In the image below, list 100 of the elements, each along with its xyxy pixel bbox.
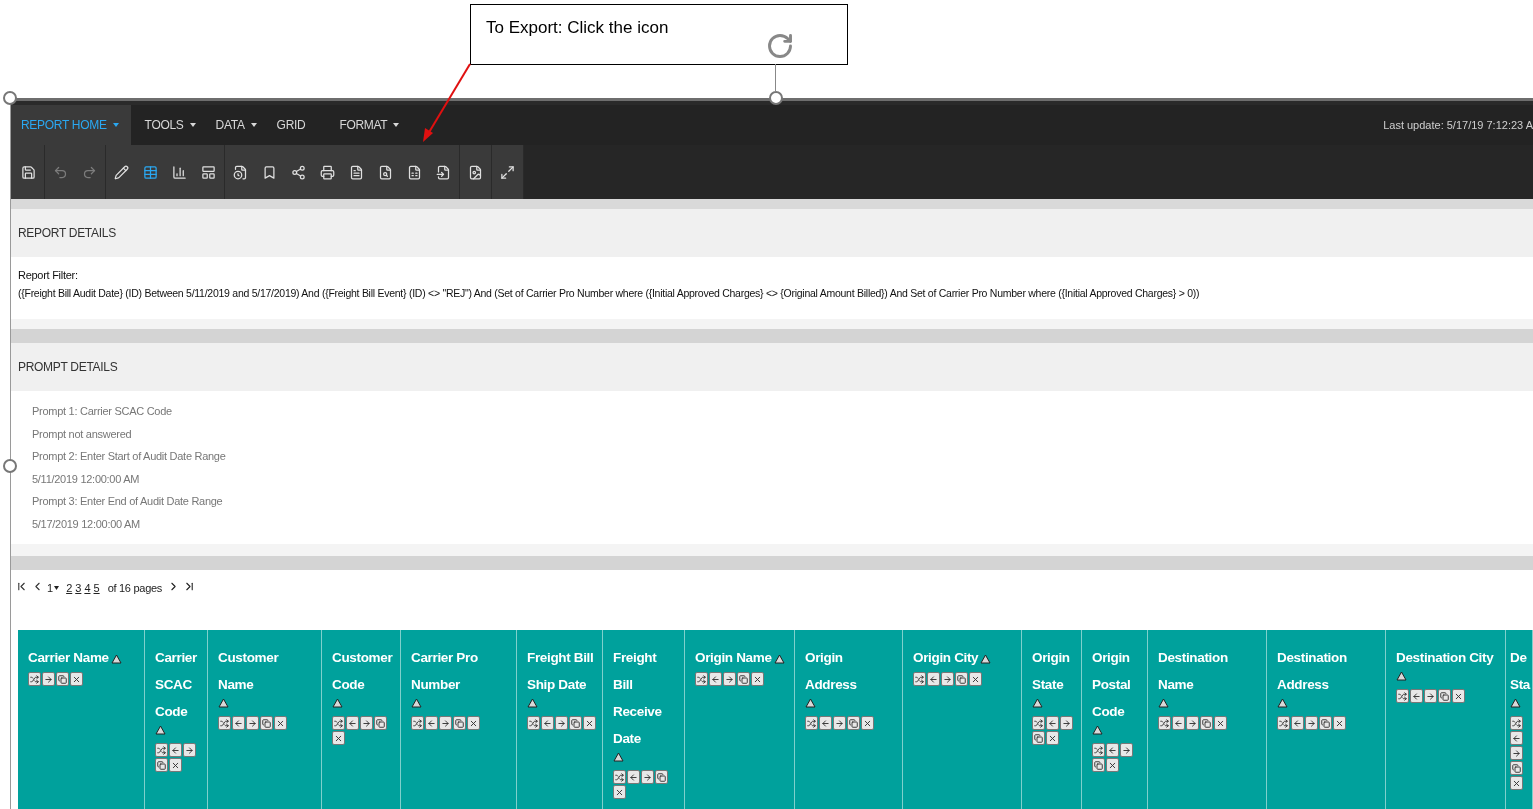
copy-icon[interactable]	[569, 716, 582, 730]
move-left-icon[interactable]	[1172, 716, 1185, 730]
sort-icon[interactable]	[805, 698, 816, 708]
remove-icon[interactable]	[583, 716, 596, 730]
sort-icon[interactable]	[1032, 698, 1043, 708]
remove-icon[interactable]	[274, 716, 287, 730]
remove-icon[interactable]	[1046, 731, 1059, 745]
remove-icon[interactable]	[332, 731, 345, 745]
current-page-dropdown[interactable]: 1	[47, 580, 60, 597]
copy-icon[interactable]	[155, 758, 168, 772]
move-right-icon[interactable]	[941, 672, 954, 686]
move-left-icon[interactable]	[627, 770, 640, 784]
page-link[interactable]: 4	[84, 580, 91, 597]
sort-icon[interactable]	[110, 654, 122, 664]
pivot-icon[interactable]	[155, 743, 168, 757]
page-link[interactable]: 3	[75, 580, 82, 597]
sort-icon[interactable]	[527, 698, 538, 708]
move-left-icon[interactable]	[232, 716, 245, 730]
remove-icon[interactable]	[1214, 716, 1227, 730]
move-right-icon[interactable]	[1060, 716, 1073, 730]
move-right-icon[interactable]	[1424, 689, 1437, 703]
move-right-icon[interactable]	[1305, 716, 1318, 730]
move-right-icon[interactable]	[246, 716, 259, 730]
move-left-icon[interactable]	[1510, 731, 1523, 745]
remove-icon[interactable]	[169, 758, 182, 772]
move-left-icon[interactable]	[1046, 716, 1059, 730]
pivot-icon[interactable]	[1277, 716, 1290, 730]
rotate-handle-icon[interactable]	[766, 32, 794, 60]
menu-item[interactable]: TOOLS	[144, 116, 196, 134]
menu-item[interactable]: DATA	[215, 116, 257, 134]
sort-icon[interactable]	[1158, 698, 1169, 708]
copy-icon[interactable]	[1200, 716, 1213, 730]
move-right-icon[interactable]	[833, 716, 846, 730]
copy-icon[interactable]	[1319, 716, 1332, 730]
sort-icon[interactable]	[1092, 725, 1103, 735]
pivot-icon[interactable]	[28, 672, 41, 686]
remove-icon[interactable]	[751, 672, 764, 686]
move-right-icon[interactable]	[1120, 743, 1133, 757]
remove-icon[interactable]	[861, 716, 874, 730]
move-left-icon[interactable]	[169, 743, 182, 757]
pivot-icon[interactable]	[805, 716, 818, 730]
copy-icon[interactable]	[56, 672, 69, 686]
remove-icon[interactable]	[70, 672, 83, 686]
copy-icon[interactable]	[1092, 758, 1105, 772]
page-link[interactable]: 2	[66, 580, 73, 597]
sort-icon[interactable]	[1277, 698, 1288, 708]
sort-icon[interactable]	[980, 654, 992, 664]
copy-icon[interactable]	[1032, 731, 1045, 745]
copy-icon[interactable]	[260, 716, 273, 730]
copy-icon[interactable]	[737, 672, 750, 686]
selection-handle[interactable]	[3, 459, 17, 473]
menu-item[interactable]: FORMAT	[339, 116, 400, 134]
move-left-icon[interactable]	[709, 672, 722, 686]
move-right-icon[interactable]	[183, 743, 196, 757]
move-left-icon[interactable]	[1410, 689, 1423, 703]
copy-icon[interactable]	[847, 716, 860, 730]
move-left-icon[interactable]	[1106, 743, 1119, 757]
move-right-icon[interactable]	[555, 716, 568, 730]
sort-icon[interactable]	[332, 698, 343, 708]
pivot-icon[interactable]	[218, 716, 231, 730]
remove-icon[interactable]	[1452, 689, 1465, 703]
pivot-icon[interactable]	[1032, 716, 1045, 730]
remove-icon[interactable]	[1106, 758, 1119, 772]
pivot-icon[interactable]	[695, 672, 708, 686]
move-right-icon[interactable]	[641, 770, 654, 784]
pivot-icon[interactable]	[527, 716, 540, 730]
sort-icon[interactable]	[411, 698, 422, 708]
pivot-icon[interactable]	[913, 672, 926, 686]
move-left-icon[interactable]	[541, 716, 554, 730]
sort-icon[interactable]	[1510, 698, 1521, 708]
copy-icon[interactable]	[655, 770, 668, 784]
move-left-icon[interactable]	[425, 716, 438, 730]
sort-icon[interactable]	[613, 752, 624, 762]
move-left-icon[interactable]	[819, 716, 832, 730]
copy-icon[interactable]	[453, 716, 466, 730]
pivot-icon[interactable]	[1158, 716, 1171, 730]
selection-handle[interactable]	[769, 91, 783, 105]
move-left-icon[interactable]	[1291, 716, 1304, 730]
move-left-icon[interactable]	[927, 672, 940, 686]
copy-icon[interactable]	[1510, 761, 1523, 775]
page-link[interactable]: 5	[93, 580, 100, 597]
sort-icon[interactable]	[1396, 671, 1407, 681]
sort-icon[interactable]	[155, 725, 166, 735]
pivot-icon[interactable]	[1396, 689, 1409, 703]
menu-item[interactable]: GRID	[276, 116, 306, 134]
selection-handle[interactable]	[3, 91, 17, 105]
remove-icon[interactable]	[969, 672, 982, 686]
move-left-icon[interactable]	[346, 716, 359, 730]
move-right-icon[interactable]	[723, 672, 736, 686]
copy-icon[interactable]	[374, 716, 387, 730]
pivot-icon[interactable]	[613, 770, 626, 784]
pivot-icon[interactable]	[1510, 716, 1523, 730]
pivot-icon[interactable]	[411, 716, 424, 730]
remove-icon[interactable]	[1510, 776, 1523, 790]
move-right-icon[interactable]	[42, 672, 55, 686]
move-right-icon[interactable]	[1510, 746, 1523, 760]
first-page-icon[interactable]	[15, 580, 28, 593]
move-right-icon[interactable]	[360, 716, 373, 730]
move-right-icon[interactable]	[1186, 716, 1199, 730]
remove-icon[interactable]	[1333, 716, 1346, 730]
